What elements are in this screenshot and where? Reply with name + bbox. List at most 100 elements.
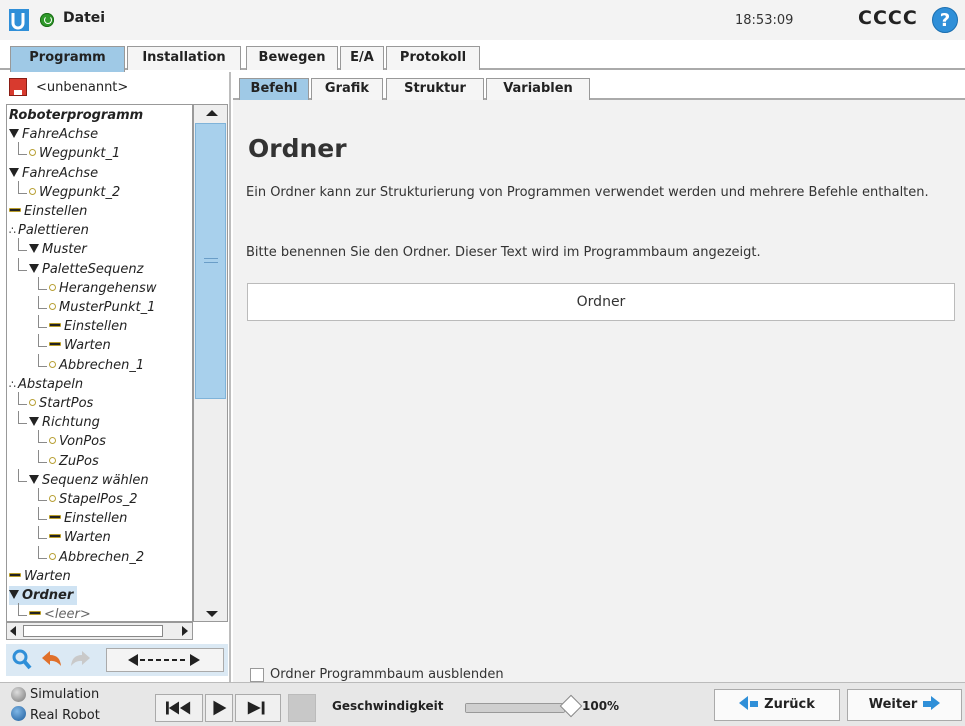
tab-installation[interactable]: Installation — [127, 46, 241, 70]
tree-node-label: Muster — [42, 242, 87, 258]
speed-label: Geschwindigkeit — [332, 699, 444, 713]
tree-connector — [18, 257, 19, 270]
tree-node[interactable]: Wegpunkt_2 — [29, 183, 120, 202]
help-icon[interactable]: ? — [932, 7, 958, 33]
scroll-down-icon[interactable] — [206, 611, 218, 617]
expand-triangle-icon — [9, 129, 19, 139]
tree-node[interactable]: Einstellen — [49, 509, 127, 528]
tree-node[interactable]: StartPos — [29, 394, 93, 413]
rewind-icon[interactable] — [155, 694, 203, 722]
tree-connector — [38, 461, 47, 463]
tree-node[interactable]: MusterPunkt_1 — [49, 298, 155, 317]
arrow-right-icon — [917, 696, 941, 712]
tree-connector — [18, 603, 19, 616]
tree-node-label: Sequenz wählen — [42, 472, 149, 488]
tab-struktur[interactable]: Struktur — [386, 78, 484, 100]
tree-node[interactable]: Ordner — [9, 586, 78, 605]
tree-node-label: PaletteSequenz — [42, 261, 144, 277]
tree-node-label: Abstapeln — [18, 376, 84, 392]
tab-befehl[interactable]: Befehl — [239, 78, 309, 102]
scroll-left-icon[interactable] — [10, 626, 16, 636]
tree-connector — [38, 442, 47, 444]
tree-node[interactable]: VonPos — [49, 432, 106, 451]
tree-node[interactable]: Warten — [49, 528, 111, 547]
tree-connector — [38, 365, 47, 367]
simulation-radio-icon[interactable] — [11, 687, 26, 702]
tab-protokoll[interactable]: Protokoll — [386, 46, 480, 70]
tree-node[interactable]: Muster — [29, 240, 87, 259]
tree-connector — [18, 142, 19, 155]
tree-hscroll-thumb[interactable] — [23, 625, 163, 637]
page-title: Ordner — [248, 134, 347, 163]
real-robot-radio-icon[interactable] — [11, 706, 26, 721]
tree-node[interactable]: Abbrechen_1 — [49, 356, 144, 375]
tree-node-label: Abbrechen_2 — [59, 549, 145, 565]
waypoint-icon — [49, 552, 56, 560]
tree-connector — [18, 192, 27, 194]
tree-node[interactable]: PaletteSequenz — [29, 260, 143, 279]
simulation-label[interactable]: Simulation — [30, 687, 99, 702]
move-node-button[interactable] — [106, 648, 224, 672]
speed-slider-track[interactable] — [465, 703, 565, 713]
file-menu[interactable]: Datei — [63, 10, 105, 26]
tree-node[interactable]: <leer> — [29, 605, 91, 621]
tree-node[interactable]: Warten — [49, 336, 111, 355]
tab-bewegen[interactable]: Bewegen — [246, 46, 338, 70]
tab-programm[interactable]: Programm — [10, 46, 125, 72]
tree-node[interactable]: Einstellen — [9, 202, 87, 221]
tree-node-label: StartPos — [39, 396, 94, 411]
tree-connector — [18, 180, 19, 193]
tree-node[interactable]: ZuPos — [49, 452, 99, 471]
real-robot-label[interactable]: Real Robot — [30, 708, 100, 723]
folder-description: Ein Ordner kann zur Strukturierung von P… — [246, 185, 929, 200]
tree-node[interactable]: StapelPos_2 — [49, 490, 138, 509]
waypoint-icon — [29, 149, 36, 157]
next-button[interactable]: Weiter — [847, 689, 962, 721]
hide-tree-checkbox[interactable] — [250, 668, 264, 682]
tab-grafik[interactable]: Grafik — [311, 78, 383, 100]
tree-connector — [38, 334, 39, 347]
tree-node[interactable]: FahreAchse — [9, 125, 98, 144]
power-status-icon[interactable] — [40, 13, 54, 27]
scroll-up-icon[interactable] — [206, 110, 218, 116]
tree-node[interactable]: Wegpunkt_1 — [29, 144, 120, 163]
program-tree[interactable]: Roboterprogramm FahreAchse Wegpunkt_1 Fahre… — [6, 104, 193, 622]
scroll-right-icon[interactable] — [182, 626, 188, 636]
waypoint-icon — [49, 283, 56, 291]
speed-slider-fill — [466, 704, 564, 712]
tree-node[interactable]: FahreAchse — [9, 164, 98, 183]
tree-connector — [38, 449, 39, 462]
play-icon[interactable] — [205, 694, 233, 722]
tree-connector — [38, 288, 47, 290]
tab-variablen[interactable]: Variablen — [486, 78, 590, 100]
tree-vertical-scrollbar[interactable] — [193, 104, 228, 622]
tree-node[interactable]: Abbrechen_2 — [49, 548, 144, 567]
tree-node[interactable]: Warten — [9, 567, 71, 586]
tree-toolbar — [6, 644, 228, 676]
step-icon[interactable] — [235, 694, 281, 722]
tree-node[interactable]: Richtung — [29, 413, 100, 432]
tree-connector — [38, 507, 39, 520]
tree-horizontal-scrollbar[interactable] — [6, 622, 193, 640]
expand-triangle-icon — [29, 244, 39, 254]
folder-name-input[interactable]: Ordner — [247, 283, 955, 321]
back-button[interactable]: Zurück — [714, 689, 840, 721]
redo-icon[interactable] — [66, 646, 94, 674]
save-icon[interactable] — [9, 78, 27, 96]
tree-scroll-thumb[interactable] — [195, 123, 226, 399]
waypoint-icon — [49, 456, 56, 464]
expand-triangle-icon — [9, 590, 19, 599]
arrow-left-icon — [739, 696, 764, 712]
tree-node[interactable]: Einstellen — [49, 317, 127, 336]
tree-node[interactable]: Herangehensw — [49, 279, 156, 298]
tree-node[interactable]: ∴ Abstapeln — [9, 375, 83, 394]
undo-icon[interactable] — [38, 646, 66, 674]
stop-icon[interactable] — [288, 694, 316, 722]
tree-connector — [38, 538, 47, 540]
search-icon[interactable] — [8, 646, 36, 674]
tree-node[interactable]: Roboterprogramm — [9, 106, 143, 125]
tree-node[interactable]: Sequenz wählen — [29, 471, 149, 490]
tab-ea[interactable]: E/A — [340, 46, 384, 70]
tree-node[interactable]: ∴ Palettieren — [9, 221, 89, 240]
tree-connector — [38, 315, 39, 328]
